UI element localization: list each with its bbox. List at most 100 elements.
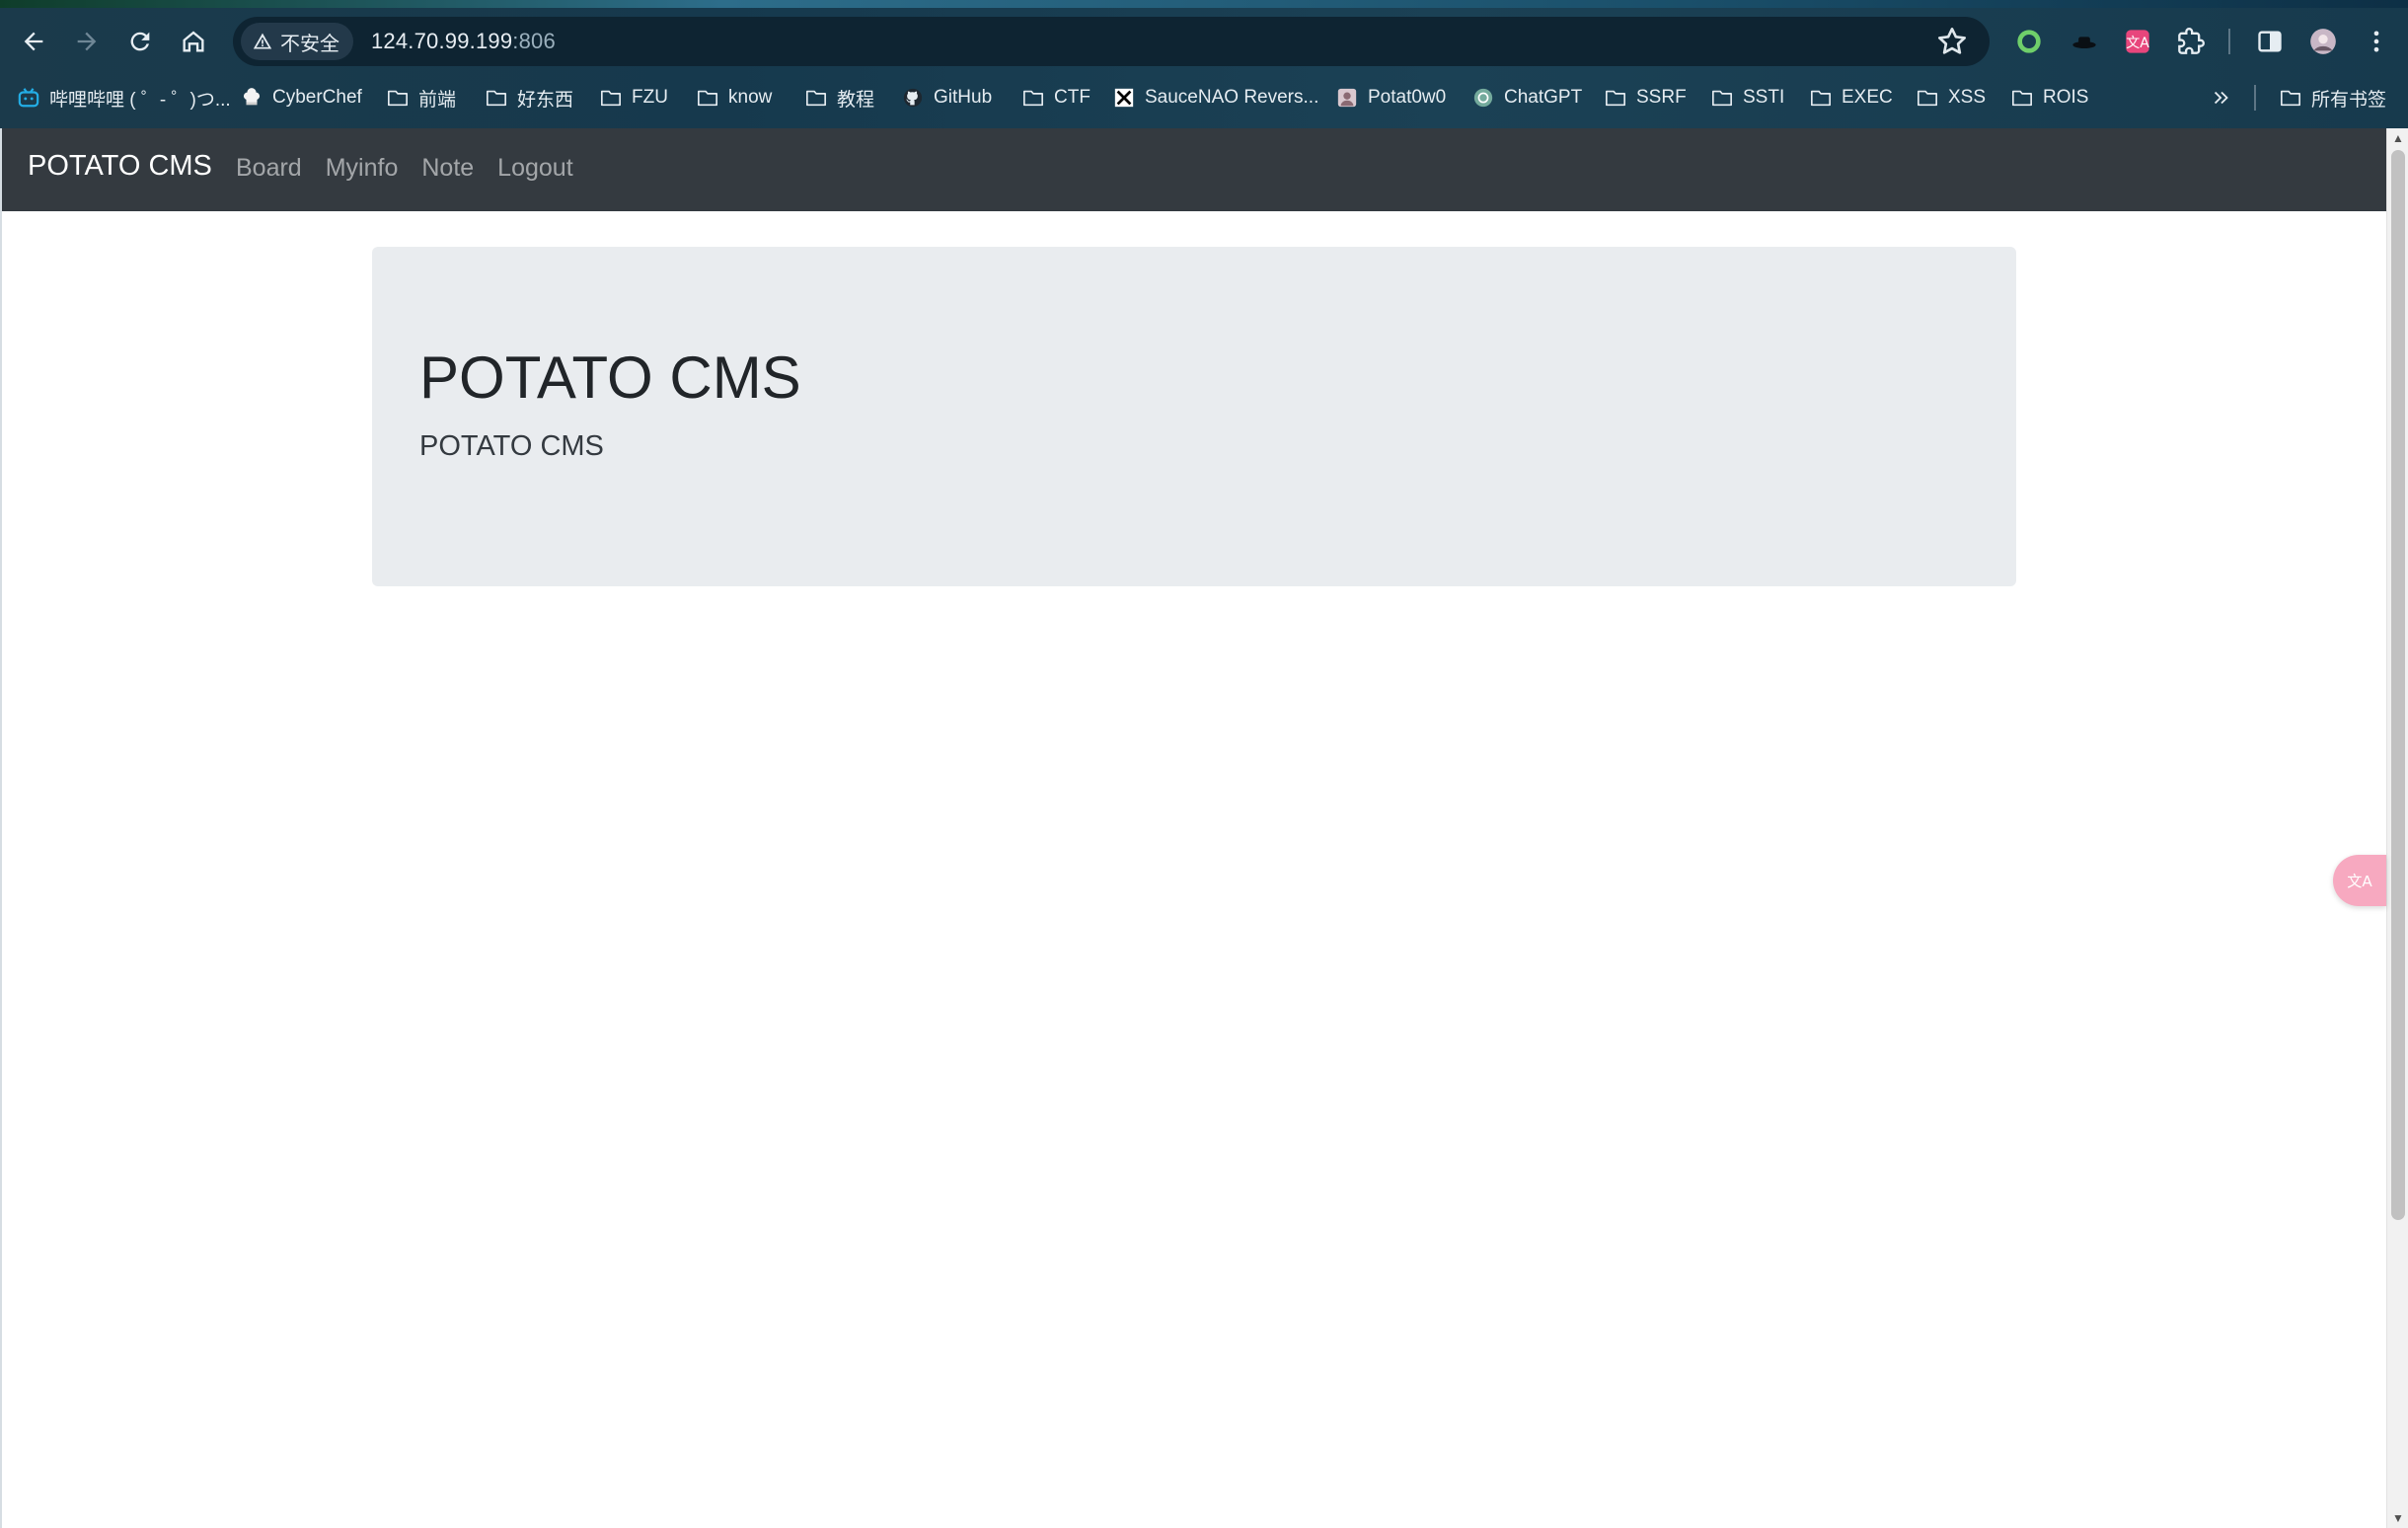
bookmarks-bar: 哔哩哔哩 ( ゜- ゜)つ... CyberChef 前端 好东西 FZU kn… [0,79,2408,116]
extension-green-ring[interactable] [2011,24,2047,59]
bookmark-folder-fzu[interactable]: FZU [600,79,668,116]
translate-icon: 文A [2126,30,2149,53]
green-ring-icon [2017,30,2041,53]
bookmark-chatgpt[interactable]: ChatGPT [1472,79,1582,116]
folder-icon [2012,90,2032,107]
bookmark-label: CTF [1054,87,1091,108]
folder-icon [2281,90,2300,107]
scroll-down-arrow[interactable]: ▼ [2387,1508,2408,1528]
site-nav-links: Board Myinfo Note Logout [236,154,573,183]
bookmark-cyberchef[interactable]: CyberChef [241,79,362,116]
bilibili-icon [18,88,39,108]
page-viewport: POTATO CMS Board Myinfo Note Logout POTA… [0,128,2386,1528]
bookmark-saucenao[interactable]: SauceNAO Revers... [1113,79,1318,116]
bookmark-folder-qianduan[interactable]: 前端 [387,79,456,116]
extension-translate[interactable]: 文A [2120,24,2155,59]
bookmark-folder-know[interactable]: know [697,79,772,116]
bookmark-label: XSS [1948,87,1987,108]
bookmark-label: 好东西 [517,89,574,111]
profile-avatar-icon [2310,29,2336,54]
extensions-button[interactable] [2173,24,2209,59]
bookmark-folder-rois[interactable]: ROIS [2011,79,2088,116]
extension-hat[interactable] [2067,24,2102,59]
bookmark-label: know [728,87,773,108]
bookmark-folder-ssti[interactable]: SSTI [1711,79,1784,116]
folder-icon [1023,90,1043,107]
bookmarks-overflow-button[interactable] [2211,79,2232,116]
url-host: 124.70.99.199 [371,29,513,53]
folder-icon [1811,90,1831,107]
floating-translate-button[interactable]: 文A [2333,855,2386,906]
arrow-right-icon [77,32,97,51]
bookmark-potat0w0[interactable]: Potat0w0 [1336,79,1446,116]
bookmark-folder-xss[interactable]: XSS [1917,79,1986,116]
avatar-icon [1337,88,1357,108]
all-bookmarks-folder[interactable]: 所有书签 [2280,79,2386,116]
bookmark-star-button[interactable] [1936,26,1968,57]
side-panel-button[interactable] [2252,24,2288,59]
url-text: 124.70.99.199:806 [371,29,556,54]
bookmark-label: GitHub [934,87,993,108]
folder-icon [1918,90,1937,107]
nav-link-note[interactable]: Note [421,154,474,183]
forward-button[interactable] [63,14,111,69]
scroll-thumb[interactable] [2391,150,2405,1220]
reload-button[interactable] [116,14,164,69]
nav-link-myinfo[interactable]: Myinfo [326,154,399,183]
security-chip[interactable]: 不安全 [241,23,353,60]
bookmark-label: SSRF [1636,87,1687,108]
folder-icon [388,90,408,107]
folder-icon [698,90,717,107]
warning-icon [253,33,272,49]
tab-strip-edge [0,0,2408,8]
bookmark-folder-haodongxi[interactable]: 好东西 [486,79,573,116]
saucenao-icon [1114,88,1134,108]
bookmark-folder-ctf[interactable]: CTF [1022,79,1091,116]
bookmark-github[interactable]: GitHub [902,79,992,116]
scroll-up-arrow[interactable]: ▲ [2387,128,2408,148]
double-chevron-right-icon [2214,91,2228,105]
address-bar[interactable]: 不安全 124.70.99.199:806 [233,17,1990,66]
puzzle-icon [2178,28,2205,54]
security-label: 不安全 [280,33,339,55]
bookmark-bilibili[interactable]: 哔哩哔哩 ( ゜- ゜)つ... [18,79,231,116]
folder-icon [1606,90,1625,107]
bookmark-label: FZU [632,87,668,108]
toolbar-separator [2228,29,2230,54]
star-icon [1938,28,1966,54]
url-port: :806 [512,29,556,53]
bookmark-label: 前端 [418,89,457,111]
svg-text:文A: 文A [2347,873,2372,890]
nav-link-logout[interactable]: Logout [497,154,572,183]
menu-button[interactable] [2359,24,2394,59]
browser-toolbar: 不安全 124.70.99.199:806 文A [0,14,2408,69]
bookmark-label: SSTI [1743,87,1785,108]
site-navbar: POTATO CMS Board Myinfo Note Logout [2,128,2386,211]
home-icon [183,31,204,52]
profile-button[interactable] [2305,24,2341,59]
bookmark-folder-ssrf[interactable]: SSRF [1605,79,1687,116]
hat-icon [2072,37,2096,48]
side-panel-icon [2258,31,2282,52]
bookmark-label: EXEC [1842,87,1893,108]
home-button[interactable] [170,14,217,69]
nav-link-board[interactable]: Board [236,154,302,183]
chef-hat-icon [243,88,261,106]
folder-icon [1712,90,1732,107]
site-brand[interactable]: POTATO CMS [28,150,212,183]
folder-icon [487,90,506,107]
translate-icon: 文A [2347,873,2372,890]
back-button[interactable] [10,14,57,69]
arrow-left-icon [24,32,43,51]
chatgpt-icon [1473,88,1493,108]
svg-text:文A: 文A [2126,36,2149,51]
bookmark-label: SauceNAO Revers... [1145,87,1319,108]
page-title: POTATO CMS [419,344,801,411]
github-icon [903,88,923,108]
page-scrollbar[interactable]: ▲ ▼ [2386,128,2408,1528]
bookmark-folder-jiaocheng[interactable]: 教程 [805,79,874,116]
page-lead: POTATO CMS [419,430,604,462]
bookmark-label: 哔哩哔哩 ( ゜- ゜)つ... [49,89,231,111]
bookmark-folder-exec[interactable]: EXEC [1810,79,1893,116]
bookmark-label: ROIS [2043,87,2089,108]
